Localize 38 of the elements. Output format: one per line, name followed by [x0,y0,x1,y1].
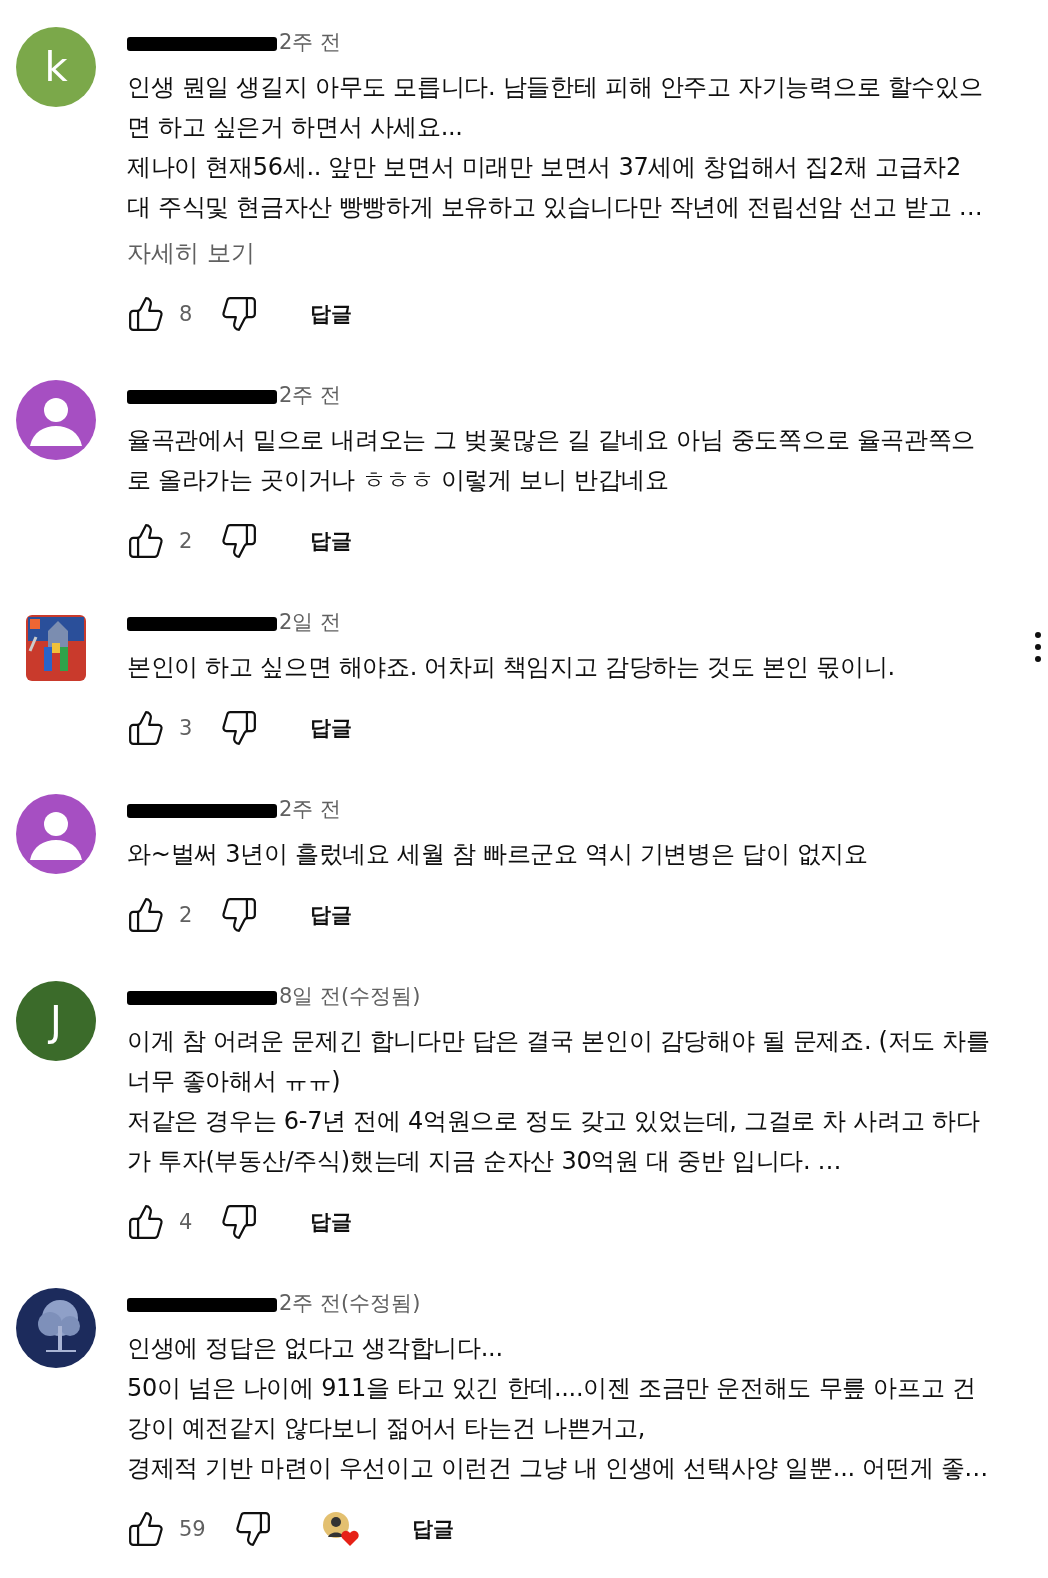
like-button[interactable] [127,1510,165,1548]
comment-text: 와~벌써 3년이 흘렀네요 세월 참 빠르군요 역시 기변병은 답이 없지요 [127,839,869,870]
dislike-button[interactable] [220,896,259,934]
reply-button[interactable]: 답글 [411,1507,454,1551]
like-button[interactable] [127,896,165,934]
reply-button[interactable]: 답글 [310,519,353,563]
like-count: 8 [179,302,193,326]
dislike-button[interactable] [220,1203,259,1241]
comment-time[interactable]: 2주 전 [279,795,342,823]
like-button[interactable] [127,709,165,747]
avatar[interactable]: J [16,981,96,1061]
like-count: 2 [179,529,193,553]
comment-text: 율곡관에서 밑으로 내려오는 그 벚꽃많은 길 같네요 아님 중도쪽으로 율곡관쪽으 로 올라가는 곳이거나 ㅎㅎㅎ 이렇게 보니 반갑네요 [127,425,977,496]
like-count: 2 [179,903,193,927]
dislike-button[interactable] [220,522,259,560]
dislike-button[interactable] [220,709,259,747]
comment-time[interactable]: 2주 전(수정됨) [279,1289,421,1317]
reply-button[interactable]: 답글 [310,292,353,336]
like-count: 59 [179,1517,206,1541]
comment-text: 본인이 하고 싶으면 해야죠. 어차피 책임지고 감당하는 것도 본인 몫이니. [127,652,896,683]
comment-time[interactable]: 8일 전(수정됨) [279,982,421,1010]
like-button[interactable] [127,1203,165,1241]
dislike-button[interactable] [220,295,259,333]
dislike-button[interactable] [233,1510,272,1548]
reply-button[interactable]: 답글 [310,893,353,937]
like-count: 3 [179,716,193,740]
comment-text: 인생 뭔일 생길지 아무도 모릅니다. 남들한테 피해 안주고 자기능력으로 할수있으 면 하고 싶은거 하면서 사세요... 제나이 현재56세.. 앞만 보면서 미래만 보면서 37세에 창업해서 집2채 고급차2 대 주식및 현금자산 빵빵하게 보유하고 있습니다만 작년에 전립선암 선고 받고 … [127,72,984,223]
reply-button[interactable]: 답글 [310,1200,353,1244]
comment-text: 이게 참 어려운 문제긴 합니다만 답은 결국 본인이 감당해야 될 문제죠. (저도 차를 너무 좋아해서 ㅠㅠ) 저같은 경우는 6-7년 전에 4억원으로 정도 갖고 있었는데, 그걸로 차 사려고 하다 가 투자(부동산/주식)했는데 지금 순자산 30억원 대 중반 입니다. … [127,1026,991,1177]
comment-time[interactable]: 2주 전 [279,28,342,56]
comment-text: 인생에 정답은 없다고 생각합니다... 50이 넘은 나이에 911을 타고 있긴 한데....이젠 조금만 운전해도 무릎 아프고 건 강이 예전같지 않다보니 젊어서 타는건 나쁜거고, 경제적 기반 마련이 우선이고 이런건 그냥 내 인생에 선택사양 일뿐... 어떤게 좋… [127,1333,989,1484]
like-count: 4 [179,1210,193,1234]
comment-time[interactable]: 2일 전 [279,608,342,636]
comment-time[interactable]: 2주 전 [279,381,342,409]
like-button[interactable] [127,295,165,333]
reply-button[interactable]: 답글 [310,706,353,750]
read-more-link[interactable]: 자세히 보기 [127,233,255,273]
like-button[interactable] [127,522,165,560]
